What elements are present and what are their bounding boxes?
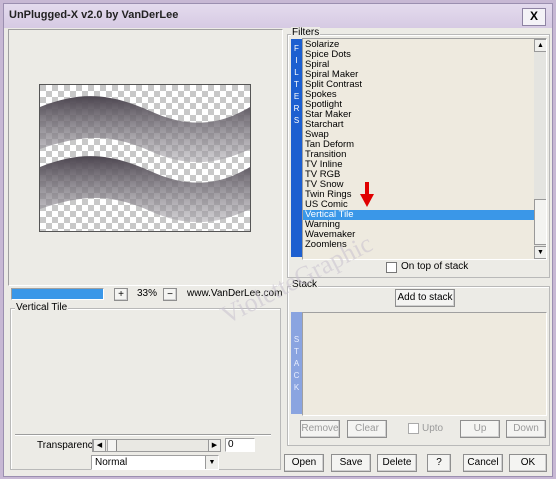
filters-group-label: Filters (291, 27, 321, 38)
plugin-window: UnPlugged-X v2.0 by VanDerLee X + 33% − … (3, 3, 553, 477)
scroll-thumb[interactable] (534, 199, 546, 245)
filters-side-tab: F I L T E R S (291, 39, 302, 257)
filter-scrollbar[interactable]: ▲ ▼ (534, 39, 546, 259)
stack-side-tab-label: S T A C K (293, 335, 300, 392)
on-top-label: On top of stack (401, 261, 469, 272)
title-bar[interactable]: UnPlugged-X v2.0 by VanDerLee X (4, 4, 552, 28)
blend-mode-value: Normal (95, 457, 128, 468)
scroll-down-arrow[interactable]: ▼ (534, 246, 546, 259)
ok-button[interactable]: OK (509, 454, 547, 472)
settings-group-label: Vertical Tile (15, 302, 69, 313)
scroll-up-arrow[interactable]: ▲ (534, 39, 546, 52)
filter-list[interactable]: Solarize Spice Dots Spiral Spiral Maker Spli… (302, 38, 547, 260)
zoom-out-button[interactable]: − (163, 288, 177, 301)
cancel-button[interactable]: Cancel (463, 454, 503, 472)
slider-right-arrow[interactable]: ▶ (208, 439, 221, 452)
preview-canvas (40, 85, 250, 231)
filters-side-tab-label: F I L T E R S (293, 44, 300, 125)
down-button[interactable]: Down (506, 420, 546, 438)
delete-button[interactable]: Delete (377, 454, 417, 472)
preview-image[interactable] (39, 84, 251, 232)
slider-thumb[interactable] (107, 440, 117, 451)
clear-button[interactable]: Clear (347, 420, 387, 438)
stack-list[interactable] (302, 312, 547, 416)
save-button[interactable]: Save (331, 454, 371, 472)
zoom-in-button[interactable]: + (114, 288, 128, 301)
close-button[interactable]: X (522, 8, 546, 26)
blend-mode-select[interactable]: Normal ▼ (91, 455, 219, 470)
filter-item[interactable]: Split Contrast (303, 80, 534, 90)
transparency-label: Transparency (37, 440, 98, 451)
help-button[interactable]: ? (427, 454, 451, 472)
on-top-checkbox[interactable] (386, 262, 397, 273)
remove-button[interactable]: Remove (300, 420, 340, 438)
filter-item[interactable]: Spice Dots (303, 50, 534, 60)
upto-label: Upto (422, 423, 444, 434)
filter-item[interactable]: Starchart (303, 120, 534, 130)
add-to-stack-button[interactable]: Add to stack (395, 289, 455, 307)
stack-side-tab: S T A C K (291, 312, 302, 414)
upto-checkbox[interactable] (408, 423, 419, 434)
transparency-input[interactable]: 0 (225, 438, 255, 452)
transparency-slider[interactable]: ◀ ▶ (92, 439, 221, 452)
progress-bar (11, 288, 104, 300)
red-arrow-icon (360, 182, 374, 207)
slider-left-arrow[interactable]: ◀ (93, 439, 106, 452)
transparency-divider (15, 434, 271, 435)
up-button[interactable]: Up (460, 420, 500, 438)
chevron-down-icon[interactable]: ▼ (205, 456, 218, 469)
window-title: UnPlugged-X v2.0 by VanDerLee (9, 9, 179, 21)
open-button[interactable]: Open (284, 454, 324, 472)
zoom-value: 33% (137, 288, 158, 299)
